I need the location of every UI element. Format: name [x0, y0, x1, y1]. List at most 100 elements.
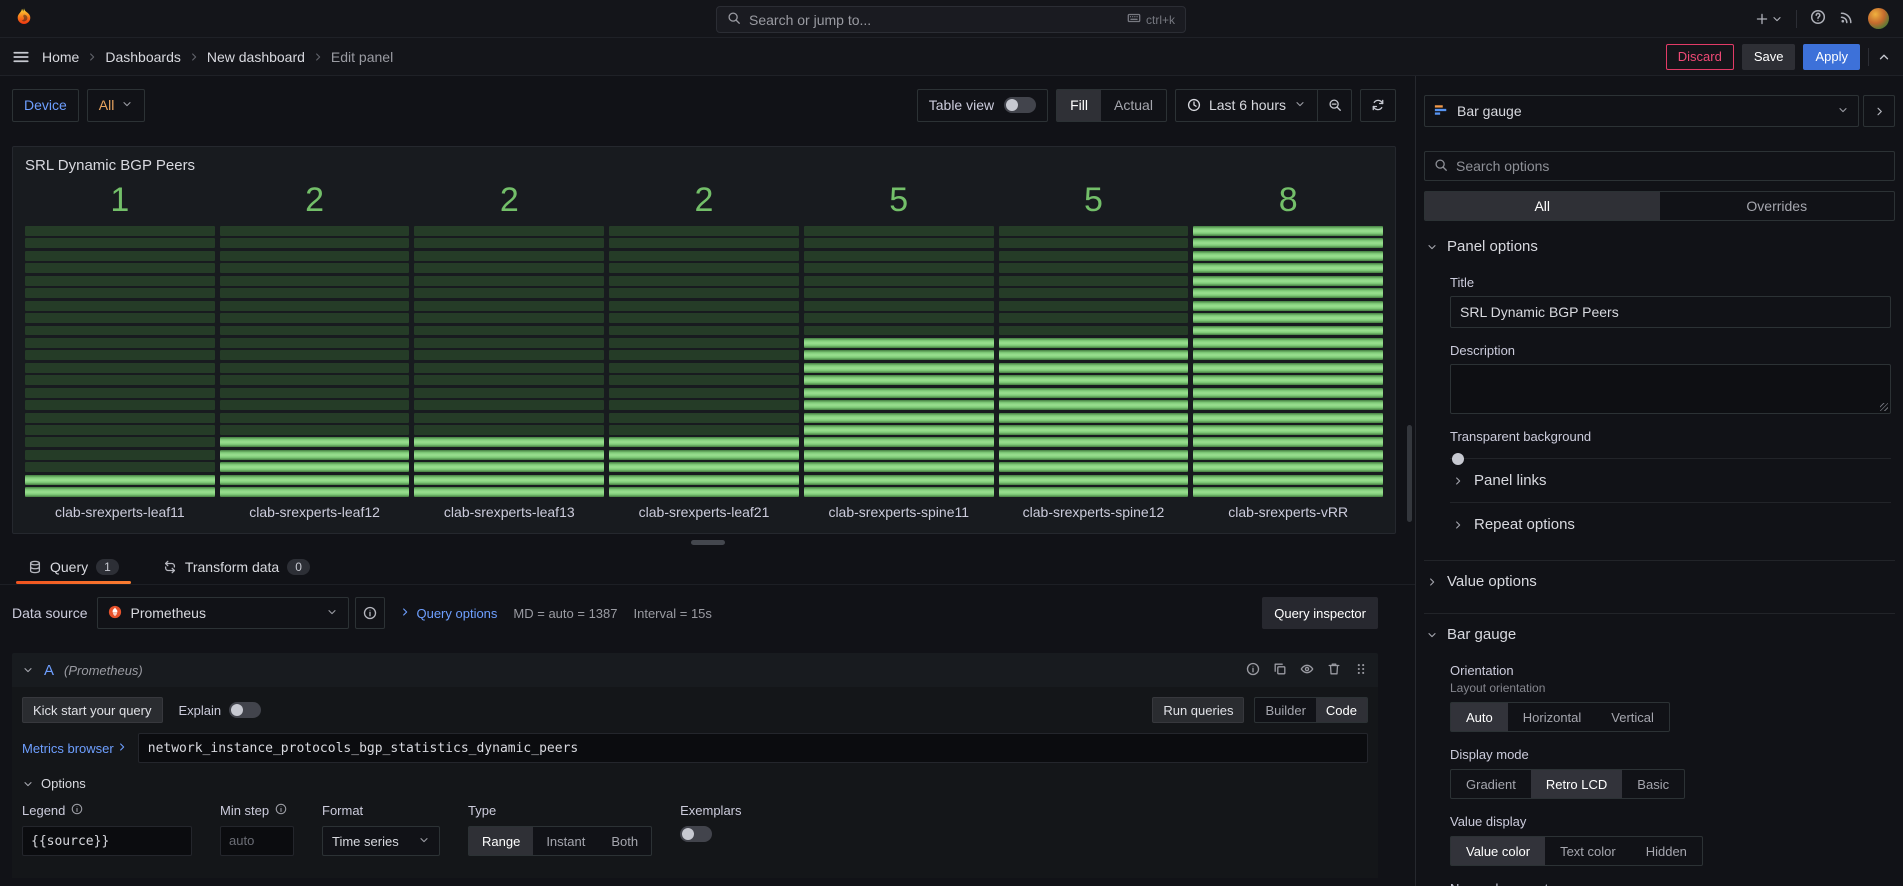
lcd-cell-lit: [804, 425, 994, 435]
metrics-browser-link[interactable]: Metrics browser: [22, 741, 138, 756]
panel-title-input[interactable]: [1450, 296, 1891, 328]
new-menu-button[interactable]: [1755, 12, 1783, 26]
breadcrumb-home[interactable]: Home: [42, 49, 79, 65]
breadcrumb-dashboards[interactable]: Dashboards: [105, 49, 181, 65]
text-color-option[interactable]: Text color: [1545, 837, 1631, 865]
lcd-cell-lit: [1193, 263, 1383, 273]
lcd-cell: [609, 313, 799, 323]
tab-query[interactable]: Query 1: [16, 555, 131, 584]
orientation-auto-option[interactable]: Auto: [1451, 703, 1508, 731]
display-basic-option[interactable]: Basic: [1622, 770, 1684, 798]
main-scrollbar[interactable]: [1407, 425, 1412, 522]
refresh-button[interactable]: [1360, 89, 1396, 122]
variable-label-device[interactable]: Device: [12, 89, 79, 122]
hidden-option[interactable]: Hidden: [1631, 837, 1702, 865]
duplicate-query-button[interactable]: [1273, 662, 1287, 679]
apply-button[interactable]: Apply: [1803, 44, 1860, 70]
tab-all[interactable]: All: [1425, 192, 1660, 220]
lcd-cell-lit: [999, 338, 1189, 348]
panel-links-toggle[interactable]: Panel links: [1450, 458, 1891, 502]
kick-start-button[interactable]: Kick start your query: [22, 697, 163, 723]
collapse-sidebar-button[interactable]: [1863, 95, 1895, 127]
lcd-cell-lit: [1193, 388, 1383, 398]
breadcrumb-new-dashboard[interactable]: New dashboard: [207, 49, 305, 65]
panel-title[interactable]: SRL Dynamic BGP Peers: [25, 154, 1383, 178]
format-select[interactable]: Time series: [322, 826, 440, 856]
lcd-cell-lit: [804, 350, 994, 360]
save-button[interactable]: Save: [1742, 44, 1796, 70]
news-button[interactable]: [1839, 9, 1855, 28]
query-options-toggle[interactable]: Query options: [399, 606, 497, 621]
lcd-cell: [25, 288, 215, 298]
options-search-input[interactable]: [1456, 158, 1885, 174]
global-search-input[interactable]: Search or jump to... ctrl+k: [716, 6, 1186, 33]
info-icon[interactable]: [275, 803, 287, 818]
chevron-down-icon: [1426, 241, 1438, 253]
lcd-cell: [25, 363, 215, 373]
avatar[interactable]: [1868, 8, 1889, 29]
remove-query-button[interactable]: [1327, 662, 1341, 679]
description-textarea[interactable]: [1450, 364, 1891, 414]
options-toggle[interactable]: Options: [22, 776, 1368, 791]
code-option[interactable]: Code: [1316, 698, 1367, 722]
transparent-background-label: Transparent background: [1450, 429, 1891, 444]
actual-option[interactable]: Actual: [1101, 90, 1166, 121]
min-step-input[interactable]: [220, 826, 294, 856]
lcd-cell: [804, 226, 994, 236]
query-expression-input[interactable]: [138, 733, 1368, 763]
type-range-option[interactable]: Range: [469, 827, 533, 855]
lcd-cell-lit: [609, 437, 799, 447]
tab-transform-data[interactable]: Transform data 0: [151, 555, 322, 584]
display-retro-lcd-option[interactable]: Retro LCD: [1531, 770, 1622, 798]
explain-toggle[interactable]: [229, 702, 261, 718]
query-inspector-button[interactable]: Query inspector: [1262, 597, 1378, 629]
drag-handle-icon[interactable]: [1354, 662, 1368, 679]
grafana-logo[interactable]: [14, 7, 34, 30]
bar-gauge-options-header[interactable]: Bar gauge: [1424, 613, 1895, 654]
type-instant-option[interactable]: Instant: [533, 827, 598, 855]
run-queries-button[interactable]: Run queries: [1152, 697, 1244, 723]
info-icon[interactable]: [71, 803, 83, 818]
collapse-header-button[interactable]: [1877, 50, 1891, 64]
lcd-cell: [804, 276, 994, 286]
visualization-picker[interactable]: Bar gauge: [1424, 95, 1859, 127]
discard-button[interactable]: Discard: [1666, 44, 1734, 70]
orientation-horizontal-option[interactable]: Horizontal: [1508, 703, 1597, 731]
zoom-out-button[interactable]: [1317, 90, 1351, 121]
help-button[interactable]: [1810, 9, 1826, 28]
gauge-cells: [1193, 226, 1383, 497]
gauge-value: 1: [25, 178, 215, 222]
lcd-cell: [414, 276, 604, 286]
value-color-option[interactable]: Value color: [1451, 837, 1545, 865]
query-help-icon[interactable]: [1246, 662, 1260, 679]
datasource-picker[interactable]: Prometheus: [97, 597, 349, 629]
fill-option[interactable]: Fill: [1057, 90, 1101, 121]
datasource-help-button[interactable]: [355, 597, 385, 629]
gauge-cells: [609, 226, 799, 497]
value-options-header[interactable]: Value options: [1424, 560, 1895, 601]
builder-option[interactable]: Builder: [1255, 698, 1315, 722]
orientation-label: Orientation: [1450, 663, 1891, 678]
lcd-cell: [220, 375, 410, 385]
mega-menu-button[interactable]: [12, 48, 30, 66]
lcd-cell: [414, 363, 604, 373]
legend-input[interactable]: [22, 826, 192, 856]
panel-options-header[interactable]: Panel options: [1424, 226, 1895, 266]
gauge-cells: [25, 226, 215, 497]
display-gradient-option[interactable]: Gradient: [1451, 770, 1531, 798]
panel-options-sidebar: Bar gauge All Overrides Panel options Ti…: [1415, 76, 1903, 886]
query-row-header[interactable]: A (Prometheus): [12, 653, 1378, 687]
variable-value-picker[interactable]: All: [87, 89, 146, 122]
lcd-cell-lit: [609, 450, 799, 460]
disable-query-button[interactable]: [1300, 662, 1314, 679]
repeat-options-toggle[interactable]: Repeat options: [1450, 502, 1891, 546]
tab-overrides[interactable]: Overrides: [1660, 192, 1895, 220]
exemplars-toggle[interactable]: [680, 826, 712, 842]
type-both-option[interactable]: Both: [598, 827, 651, 855]
table-view-toggle[interactable]: [1004, 97, 1036, 113]
orientation-vertical-option[interactable]: Vertical: [1596, 703, 1669, 731]
display-mode-group: Gradient Retro LCD Basic: [1450, 769, 1685, 799]
visualization-name: Bar gauge: [1457, 103, 1522, 119]
time-range-button[interactable]: Last 6 hours: [1176, 90, 1317, 121]
lcd-cell-lit: [1193, 462, 1383, 472]
